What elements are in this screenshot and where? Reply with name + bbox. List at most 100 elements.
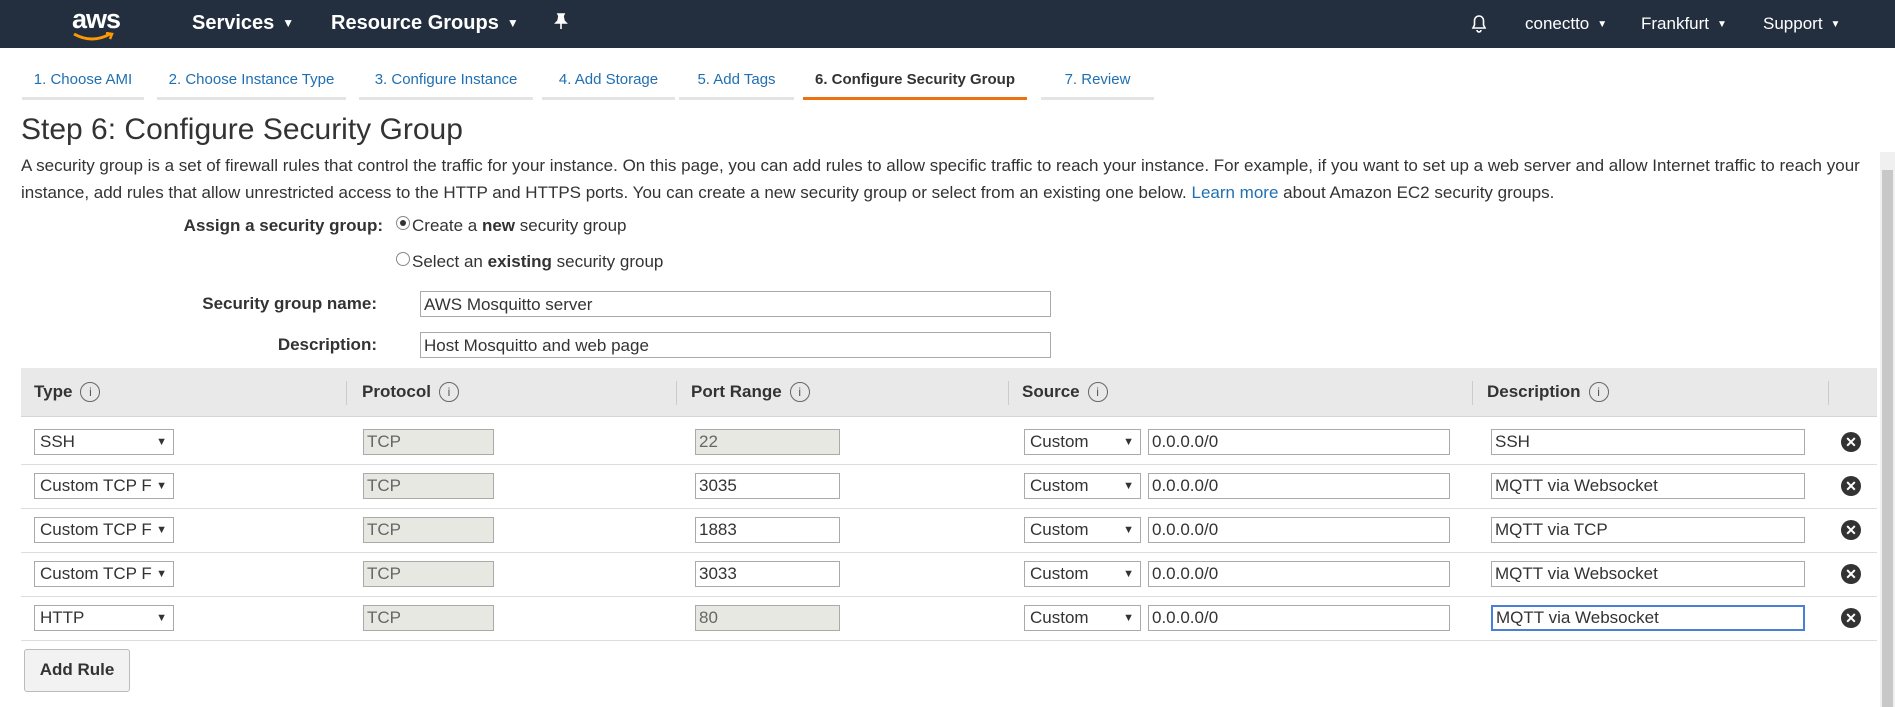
group-name-label: Security group name:	[202, 294, 377, 313]
source-cidr-input[interactable]: 0.0.0.0/0	[1148, 517, 1450, 543]
scrollbar-thumb[interactable]	[1882, 170, 1893, 707]
tab-configure-instance[interactable]: 3. Configure Instance	[359, 62, 533, 100]
source-type-select[interactable]: Custom ▼	[1024, 429, 1141, 455]
protocol-field: TCP	[363, 561, 494, 587]
dropdown-arrow-icon: ▼	[1123, 524, 1134, 536]
tab-add-storage[interactable]: 4. Add Storage	[542, 62, 675, 100]
region-menu[interactable]: Frankfurt ▼	[1641, 14, 1727, 34]
remove-rule-icon[interactable]: ✕	[1841, 564, 1861, 584]
add-rule-button[interactable]: Add Rule	[24, 649, 130, 692]
remove-rule-icon[interactable]: ✕	[1841, 432, 1861, 452]
column-divider	[346, 381, 347, 405]
type-select[interactable]: Custom TCP F ▼	[34, 517, 174, 543]
aws-logo-text: aws	[72, 4, 121, 34]
dropdown-arrow-icon: ▼	[156, 436, 167, 448]
type-select[interactable]: SSH ▼	[34, 429, 174, 455]
services-menu[interactable]: Services ▼	[192, 12, 294, 35]
table-row: SSH ▼ TCP 22 Custom ▼ 0.0.0.0/0 SSH ✕	[21, 420, 1877, 465]
rule-description-input[interactable]: MQTT via Websocket	[1491, 473, 1805, 499]
column-divider	[1828, 381, 1829, 405]
learn-more-link[interactable]: Learn more	[1191, 183, 1278, 202]
chevron-down-icon: ▼	[1717, 19, 1727, 30]
create-new-radio[interactable]	[396, 216, 410, 230]
info-icon[interactable]: i	[789, 382, 810, 402]
dropdown-arrow-icon: ▼	[1123, 480, 1134, 492]
select-existing-radio[interactable]	[396, 252, 410, 266]
protocol-field: TCP	[363, 429, 494, 455]
type-select[interactable]: Custom TCP F ▼	[34, 473, 174, 499]
column-header-source-label: Source	[1022, 382, 1080, 401]
protocol-field: TCP	[363, 517, 494, 543]
type-select[interactable]: HTTP ▼	[34, 605, 174, 631]
source-type-select[interactable]: Custom ▼	[1024, 517, 1141, 543]
bell-icon[interactable]	[1468, 12, 1490, 39]
resource-groups-menu[interactable]: Resource Groups ▼	[331, 12, 519, 35]
tab-choose-ami[interactable]: 1. Choose AMI	[22, 62, 144, 100]
table-row: HTTP ▼ TCP 80 Custom ▼ 0.0.0.0/0 MQTT via …	[21, 596, 1877, 641]
remove-rule-icon[interactable]: ✕	[1841, 476, 1861, 496]
port-range-input[interactable]: 1883	[695, 517, 840, 543]
create-new-option[interactable]: Create a new security group	[396, 216, 627, 236]
source-type-value: Custom	[1030, 608, 1089, 627]
dropdown-arrow-icon: ▼	[1123, 568, 1134, 580]
tab-configure-security-group[interactable]: 6. Configure Security Group	[803, 62, 1027, 100]
column-header-protocol: Protocol i	[362, 368, 459, 416]
column-header-port-range: Port Range i	[691, 368, 810, 416]
dropdown-arrow-icon: ▼	[156, 480, 167, 492]
group-name-input[interactable]: AWS Mosquitto server	[420, 291, 1051, 317]
select-existing-option[interactable]: Select an existing security group	[396, 252, 663, 272]
port-range-field: 22	[695, 429, 840, 455]
type-select-value: Custom TCP F	[40, 476, 152, 495]
select-existing-suffix: security group	[556, 252, 664, 271]
column-header-source: Source i	[1022, 368, 1108, 416]
type-select-value: Custom TCP F	[40, 564, 152, 583]
column-header-description-label: Description	[1487, 382, 1581, 401]
assign-group-label: Assign a security group:	[183, 216, 383, 235]
info-icon[interactable]: i	[1087, 382, 1108, 402]
tab-review[interactable]: 7. Review	[1041, 62, 1154, 100]
source-cidr-input[interactable]: 0.0.0.0/0	[1148, 473, 1450, 499]
support-menu[interactable]: Support ▼	[1763, 14, 1840, 34]
source-cidr-input[interactable]: 0.0.0.0/0	[1148, 429, 1450, 455]
table-row: Custom TCP F ▼ TCP 3035 Custom ▼ 0.0.0.0/0…	[21, 464, 1877, 509]
column-header-type-label: Type	[34, 382, 73, 401]
rule-description-input[interactable]: MQTT via TCP	[1491, 517, 1805, 543]
port-range-input[interactable]: 3033	[695, 561, 840, 587]
rule-description-input[interactable]: SSH	[1491, 429, 1805, 455]
tab-add-tags[interactable]: 5. Add Tags	[679, 62, 794, 100]
source-type-select[interactable]: Custom ▼	[1024, 561, 1141, 587]
remove-rule-icon[interactable]: ✕	[1841, 608, 1861, 628]
dropdown-arrow-icon: ▼	[156, 568, 167, 580]
resource-groups-menu-label: Resource Groups	[331, 12, 499, 34]
create-new-text: Create a	[412, 216, 478, 235]
info-icon[interactable]: i	[1588, 382, 1609, 402]
port-range-input[interactable]: 3035	[695, 473, 840, 499]
info-icon[interactable]: i	[80, 382, 101, 402]
region-menu-label: Frankfurt	[1641, 14, 1710, 33]
source-cidr-input[interactable]: 0.0.0.0/0	[1148, 605, 1450, 631]
rule-description-input[interactable]: MQTT via Websocket	[1491, 605, 1805, 631]
type-select[interactable]: Custom TCP F ▼	[34, 561, 174, 587]
tab-choose-instance-type[interactable]: 2. Choose Instance Type	[157, 62, 346, 100]
table-row: Custom TCP F ▼ TCP 1883 Custom ▼ 0.0.0.0/0…	[21, 508, 1877, 553]
intro-text: A security group is a set of firewall ru…	[21, 156, 1860, 202]
description-input[interactable]: Host Mosquitto and web page	[420, 332, 1051, 358]
source-type-select[interactable]: Custom ▼	[1024, 605, 1141, 631]
account-menu-label: conectto	[1525, 14, 1590, 33]
source-cidr-input[interactable]: 0.0.0.0/0	[1148, 561, 1450, 587]
pin-icon[interactable]	[552, 12, 570, 36]
create-new-bold: new	[481, 216, 515, 235]
protocol-field: TCP	[363, 473, 494, 499]
remove-rule-icon[interactable]: ✕	[1841, 520, 1861, 540]
account-menu[interactable]: conectto ▼	[1525, 14, 1607, 34]
column-header-description: Description i	[1487, 368, 1609, 416]
rule-description-input[interactable]: MQTT via Websocket	[1491, 561, 1805, 587]
column-divider	[1472, 381, 1473, 405]
info-icon[interactable]: i	[438, 382, 459, 402]
description-label: Description:	[277, 335, 377, 354]
chevron-down-icon: ▼	[1597, 19, 1608, 30]
services-menu-label: Services	[192, 12, 275, 34]
type-select-value: HTTP	[40, 608, 85, 627]
source-type-select[interactable]: Custom ▼	[1024, 473, 1141, 499]
aws-logo[interactable]: aws	[70, 4, 128, 44]
